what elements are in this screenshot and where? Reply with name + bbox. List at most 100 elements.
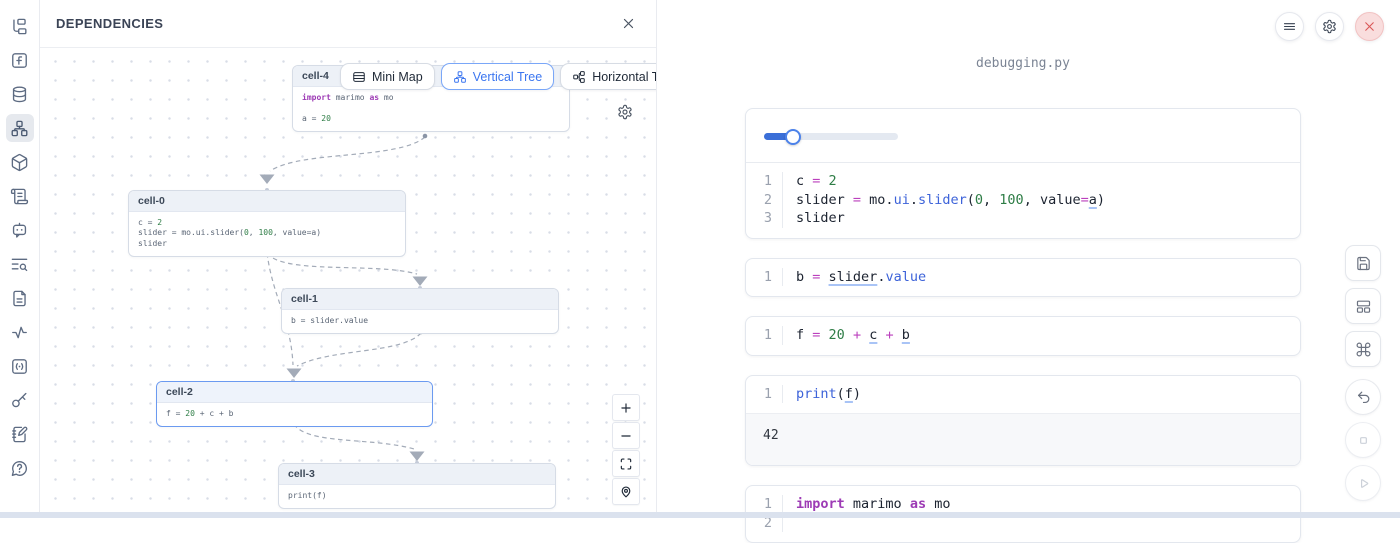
undo-button[interactable] [1345,379,1381,415]
sidebar-item-logs[interactable] [6,182,34,210]
sidebar-item-file-tree[interactable] [6,12,34,40]
graph-view-toolbar: Mini Map Vertical Tree Horizontal Tree [340,63,656,90]
sidebar-item-scratchpad[interactable] [6,420,34,448]
dependency-graph-canvas[interactable]: Mini Map Vertical Tree Horizontal Tree cel… [40,48,656,512]
code-line: slider [782,209,1300,228]
layout-button[interactable] [1345,288,1381,324]
zoom-in-button[interactable] [612,394,640,421]
notebook-filename[interactable]: debugging.py [745,56,1301,71]
view-button-vertical-tree[interactable]: Vertical Tree [441,63,554,90]
graph-node-title: cell-3 [279,464,555,485]
notebook-cell-1[interactable]: 1b = slider.value [745,258,1301,298]
ai-chat-icon [10,221,29,240]
code-editor[interactable]: 1print(f) [746,376,1300,414]
line-number: 1 [746,385,782,404]
line-number: 1 [746,495,782,514]
sidebar-item-documentation[interactable] [6,284,34,312]
view-button-label: Mini Map [372,70,423,84]
shutdown-button[interactable] [1355,12,1384,41]
save-icon [1355,255,1372,272]
graph-node-cell-0[interactable]: cell-0c = 2slider = mo.ui.slider(0, 100,… [128,190,406,257]
sidebar-item-database[interactable] [6,80,34,108]
scratchpad-icon [10,425,29,444]
graph-node-cell-1[interactable]: cell-1b = slider.value [281,288,559,334]
sidebar-item-search-list[interactable] [6,250,34,278]
graph-node-cell-3[interactable]: cell-3print(f) [278,463,556,509]
fit-view-button[interactable] [612,450,640,477]
file-tree-icon [10,17,29,36]
graph-node-code: b = slider.value [282,310,558,333]
graph-node-code: import marimo as mo a = 20 [293,87,569,131]
close-icon [621,16,636,31]
bottom-status-bar [0,512,1400,518]
help-icon [10,459,29,478]
code-line: c = 2 [782,172,1300,191]
activity-sidebar [0,0,40,518]
sidebar-item-tracing[interactable] [6,318,34,346]
dependencies-header: DEPENDENCIES [40,0,656,48]
run-icon [1355,475,1372,492]
view-button-horizontal-tree[interactable]: Horizontal Tree [560,63,656,90]
sidebar-item-function[interactable] [6,46,34,74]
panel-title: DEPENDENCIES [56,16,163,31]
graph-node-cell-2[interactable]: cell-2f = 20 + c + b [156,381,433,427]
save-button[interactable] [1345,245,1381,281]
notebook-cell-0[interactable]: 1c = 22slider = mo.ui.slider(0, 100, val… [745,108,1301,239]
zoom-out-icon [619,429,633,443]
graph-zoom-controls [612,394,640,505]
line-number: 1 [746,268,782,287]
code-line: import marimo as mo [782,495,1300,514]
center-view-button[interactable] [612,478,640,505]
command-button[interactable] [1345,331,1381,367]
sidebar-item-secrets[interactable] [6,386,34,414]
code-editor[interactable]: 1b = slider.value [746,259,1300,297]
code-line: print(f) [782,385,1300,404]
graph-node-code: print(f) [279,485,555,508]
sidebar-item-packages[interactable] [6,148,34,176]
notebook-cell-3[interactable]: 1print(f)42 [745,375,1301,467]
settings-icon [617,104,633,120]
settings-button[interactable] [1315,12,1344,41]
cell-output-slider [746,109,1300,163]
sidebar-item-snippets[interactable] [6,352,34,380]
line-number: 1 [746,326,782,345]
view-button-label: Vertical Tree [473,70,542,84]
run-button[interactable] [1345,465,1381,501]
code-editor[interactable]: 1f = 20 + c + b [746,317,1300,355]
slider-track[interactable] [764,133,898,140]
code-line: f = 20 + c + b [782,326,1300,345]
search-list-icon [10,255,29,274]
graph-node-title: cell-2 [157,382,432,403]
sidebar-item-dependency-graph[interactable] [6,114,34,142]
stop-button[interactable] [1345,422,1381,458]
zoom-out-button[interactable] [612,422,640,449]
graph-node-code: f = 20 + c + b [157,403,432,426]
undo-icon [1355,389,1372,406]
graph-settings-button[interactable] [614,101,636,123]
code-editor[interactable]: 1c = 22slider = mo.ui.slider(0, 100, val… [746,163,1300,238]
minimap-icon [352,70,366,84]
packages-icon [10,153,29,172]
database-icon [10,85,29,104]
secrets-icon [10,391,29,410]
notebook-side-buttons [1345,245,1381,508]
cell-output: 42 [746,413,1300,465]
slider-handle[interactable] [785,129,801,145]
notebook-cell-2[interactable]: 1f = 20 + c + b [745,316,1301,356]
close-panel-button[interactable] [616,12,640,36]
logs-icon [10,187,29,206]
code-line: b = slider.value [782,268,1300,287]
line-number: 2 [746,191,782,210]
view-button-mini-map[interactable]: Mini Map [340,63,435,90]
graph-node-title: cell-1 [282,289,558,310]
code-line: slider = mo.ui.slider(0, 100, value=a) [782,191,1300,210]
tracing-icon [10,323,29,342]
zoom-in-icon [619,401,633,415]
graph-node-code: c = 2slider = mo.ui.slider(0, 100, value… [129,212,405,256]
sidebar-item-ai-chat[interactable] [6,216,34,244]
fit-view-icon [619,457,633,471]
menu-button[interactable] [1275,12,1304,41]
graph-node-title: cell-0 [129,191,405,212]
sidebar-item-help[interactable] [6,454,34,482]
horizontal-tree-icon [572,70,586,84]
